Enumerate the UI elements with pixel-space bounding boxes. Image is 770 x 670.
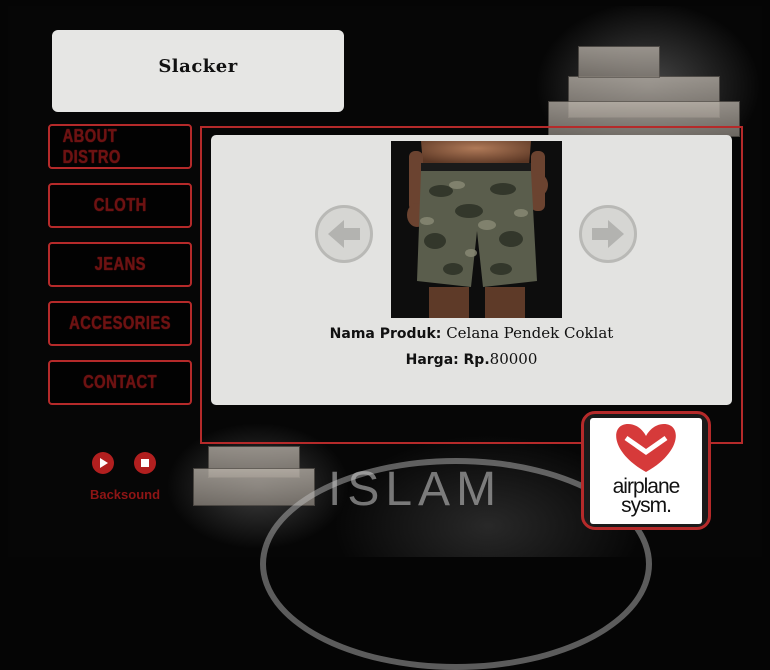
nav-label: ABOUT DISTRO [62, 125, 121, 167]
product-name-row: Nama Produk: Celana Pendek Coklat [211, 324, 732, 342]
nav-label: ACCESORIES [69, 313, 171, 333]
shorts-photo [391, 141, 562, 318]
arrow-right-icon [592, 220, 624, 248]
stop-button[interactable] [134, 452, 156, 474]
page-title-box: Slacker [52, 30, 344, 112]
background-crate [578, 46, 660, 78]
product-name-label: Nama Produk: [329, 326, 442, 342]
background-crate [193, 468, 315, 506]
nav-label: CLOTH [93, 195, 147, 215]
product-image [391, 141, 562, 318]
next-arrow-button[interactable] [579, 205, 637, 263]
backsound-label: Backsound [89, 487, 161, 502]
product-name-value: Celana Pendek Coklat [446, 324, 614, 342]
nav-label: CONTACT [83, 372, 157, 392]
arrow-left-icon [328, 220, 360, 248]
product-price-value: 80000 [489, 350, 538, 368]
nav-label: JEANS [94, 254, 146, 274]
stop-icon [141, 459, 149, 467]
product-price-currency: Rp. [463, 352, 490, 368]
heart-logo-icon [616, 424, 676, 472]
nav-accesories-button[interactable]: ACCESORIES [48, 301, 192, 346]
product-price-label: Harga: [405, 352, 459, 368]
product-price-row: Harga: Rp.80000 [211, 350, 732, 368]
logo-text-line2: sysm. [621, 494, 672, 517]
previous-arrow-button[interactable] [315, 205, 373, 263]
nav-contact-button[interactable]: CONTACT [48, 360, 192, 405]
play-icon [100, 458, 108, 468]
nav-jeans-button[interactable]: JEANS [48, 242, 192, 287]
nav-cloth-button[interactable]: CLOTH [48, 183, 192, 228]
watermark-text: ISLAM [328, 463, 503, 516]
nav-about-distro-button[interactable]: ABOUT DISTRO [48, 124, 192, 169]
play-button[interactable] [92, 452, 114, 474]
page-title: Slacker [158, 55, 238, 77]
